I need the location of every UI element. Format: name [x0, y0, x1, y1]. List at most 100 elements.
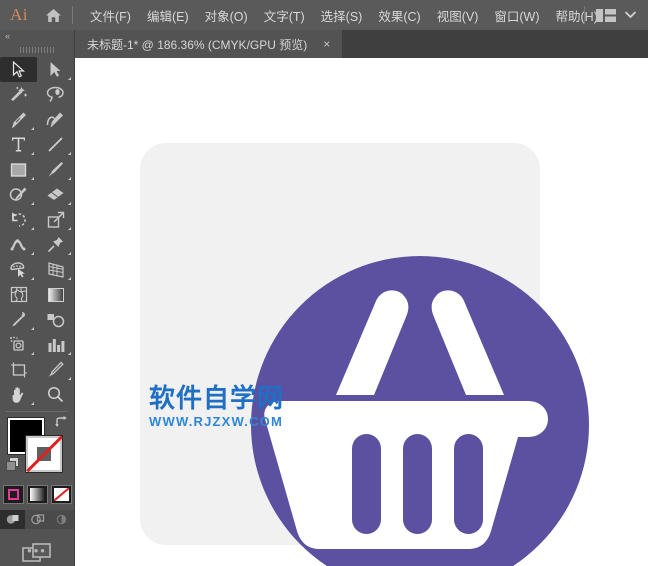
menu-bar: Ai 文件(F) 编辑(E) 对象(O) 文字(T) 选择(S) 效果(C) 视…	[0, 0, 648, 30]
watermark: 软件自学网 WWW.RJZXW.COM	[149, 386, 284, 429]
draw-inside-button[interactable]	[49, 510, 74, 529]
slice-knife-icon	[47, 361, 64, 378]
menubar-right-divider	[584, 6, 585, 24]
menubar-right-group	[584, 0, 642, 30]
column-graph-tool[interactable]	[37, 332, 74, 357]
eraser-tool[interactable]	[37, 182, 74, 207]
menu-effect[interactable]: 效果(C)	[370, 2, 428, 29]
menu-edit[interactable]: 编辑(E)	[139, 2, 197, 29]
tools-overflow-button[interactable]: •••	[0, 543, 74, 558]
document-tab-active[interactable]: 未标题-1* @ 186.36% (CMYK/GPU 预览) ×	[75, 30, 342, 58]
shape-builder-icon	[9, 261, 29, 278]
menu-select[interactable]: 选择(S)	[313, 2, 371, 29]
tool-flyout-indicator	[31, 152, 34, 155]
none-mode-glyph	[54, 488, 69, 501]
rotate-tool[interactable]	[0, 207, 37, 232]
shopping-basket-icon[interactable]	[251, 256, 589, 566]
paintbrush-icon	[47, 161, 64, 178]
perspective-grid-icon	[46, 261, 65, 278]
basket-slot-2	[403, 434, 432, 534]
chevron-down-icon[interactable]	[625, 10, 636, 20]
line-segment-icon	[47, 136, 64, 153]
hand-tool[interactable]	[0, 382, 37, 407]
symbol-sprayer-icon	[9, 336, 28, 353]
draw-normal-button[interactable]	[0, 510, 25, 529]
eyedropper-tool[interactable]	[0, 307, 37, 332]
pen-tool[interactable]	[0, 107, 37, 132]
type-tool[interactable]	[0, 132, 37, 157]
tool-flyout-indicator	[68, 377, 71, 380]
mesh-tool[interactable]	[0, 282, 37, 307]
paintbrush-tool[interactable]	[37, 157, 74, 182]
basket-slot-1	[352, 434, 381, 534]
perspective-grid-tool[interactable]	[37, 257, 74, 282]
width-icon	[9, 237, 28, 253]
none-mode-button[interactable]	[51, 485, 72, 504]
column-graph-icon	[47, 337, 65, 353]
artboard-icon	[10, 361, 28, 378]
basket-handle-right	[432, 290, 504, 395]
color-mode-glyph	[8, 489, 19, 500]
lasso-tool[interactable]	[37, 82, 74, 107]
menu-view[interactable]: 视图(V)	[429, 2, 487, 29]
width-tool[interactable]	[0, 232, 37, 257]
tool-flyout-indicator	[31, 127, 34, 130]
draw-behind-icon	[30, 513, 45, 526]
tool-flyout-indicator	[68, 152, 71, 155]
eraser-icon	[46, 187, 65, 203]
draw-behind-button[interactable]	[25, 510, 50, 529]
panel-drag-handle[interactable]	[0, 43, 74, 57]
workspace-switcher-icon[interactable]	[596, 8, 616, 23]
default-fill-stroke-icon[interactable]	[6, 457, 21, 472]
gradient-icon	[47, 287, 65, 303]
menu-object[interactable]: 对象(O)	[197, 2, 256, 29]
menu-file[interactable]: 文件(F)	[82, 2, 139, 29]
direct-selection-arrow-icon	[49, 61, 62, 78]
eyedropper-icon	[10, 311, 27, 328]
pen-nib-icon	[10, 111, 28, 128]
home-icon[interactable]	[38, 8, 68, 23]
tool-flyout-indicator	[68, 227, 71, 230]
hand-icon	[10, 386, 27, 404]
gradient-tool[interactable]	[37, 282, 74, 307]
swap-arrow-glyph	[55, 416, 68, 428]
rectangle-tool[interactable]	[0, 157, 37, 182]
document-canvas[interactable]: 软件自学网 WWW.RJZXW.COM	[75, 58, 648, 566]
tool-grid	[0, 57, 74, 407]
blend-icon	[46, 312, 65, 328]
gradient-mode-button[interactable]	[27, 485, 48, 504]
tool-flyout-indicator	[68, 352, 71, 355]
zoom-tool[interactable]	[37, 382, 74, 407]
slice-tool[interactable]	[37, 357, 74, 382]
selection-tool[interactable]	[0, 57, 37, 82]
menu-window[interactable]: 窗口(W)	[486, 2, 547, 29]
draw-mode-row	[0, 510, 74, 529]
free-transform-tool[interactable]	[37, 232, 74, 257]
swap-fill-stroke-icon[interactable]	[55, 416, 68, 431]
magic-wand-tool[interactable]	[0, 82, 37, 107]
document-tab-bar: 未标题-1* @ 186.36% (CMYK/GPU 预览) ×	[75, 30, 648, 58]
curvature-tool[interactable]	[37, 107, 74, 132]
menu-type[interactable]: 文字(T)	[256, 2, 313, 29]
symbol-sprayer-tool[interactable]	[0, 332, 37, 357]
close-icon[interactable]: ×	[323, 37, 342, 51]
scale-tool[interactable]	[37, 207, 74, 232]
stroke-swatch[interactable]	[26, 436, 62, 472]
direct-selection-tool[interactable]	[37, 57, 74, 82]
rotate-icon	[10, 211, 28, 229]
tool-flyout-indicator	[31, 327, 34, 330]
draw-inside-icon	[54, 513, 69, 526]
color-mode-button[interactable]	[3, 485, 24, 504]
shaper-tool[interactable]	[0, 182, 37, 207]
stroke-none-slash-icon	[26, 436, 62, 472]
shape-builder-tool[interactable]	[0, 257, 37, 282]
line-segment-tool[interactable]	[37, 132, 74, 157]
tool-flyout-indicator	[31, 402, 34, 405]
blend-tool[interactable]	[37, 307, 74, 332]
rectangle-icon	[10, 162, 27, 178]
mesh-icon	[10, 286, 28, 303]
artboard-tool[interactable]	[0, 357, 37, 382]
tool-flyout-indicator	[31, 277, 34, 280]
lasso-icon	[46, 86, 65, 103]
collapse-panel-button[interactable]: «	[0, 30, 74, 43]
